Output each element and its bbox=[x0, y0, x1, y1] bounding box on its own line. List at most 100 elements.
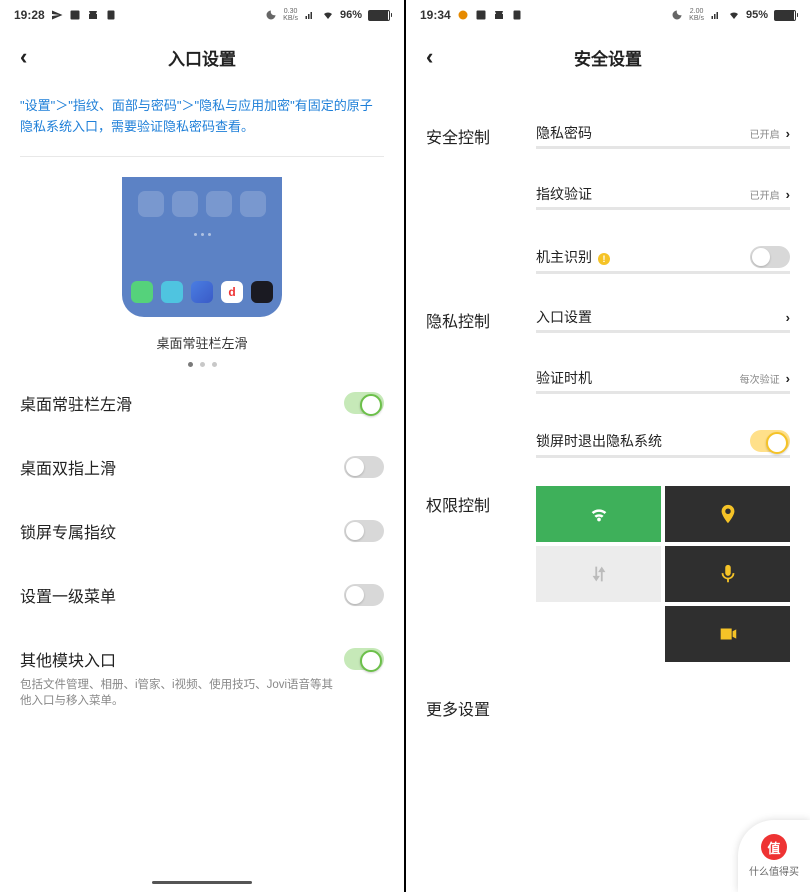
toggle[interactable] bbox=[344, 648, 384, 670]
page-title: 入口设置 bbox=[0, 45, 404, 70]
setting-label: 锁屏专属指纹 bbox=[20, 519, 344, 543]
permission-camera[interactable] bbox=[665, 606, 790, 662]
bars-icon bbox=[304, 9, 316, 21]
setting-item[interactable]: 指纹验证 已开启 › bbox=[536, 179, 790, 210]
app-icon: d bbox=[221, 281, 243, 303]
section-header: 隐私控制 bbox=[426, 302, 536, 458]
item-label: 隐私密码 bbox=[536, 125, 592, 141]
status-time: 19:28 bbox=[14, 8, 45, 22]
app-icon bbox=[191, 281, 213, 303]
setting-row[interactable]: 桌面双指上滑 bbox=[20, 435, 384, 499]
setting-row[interactable]: 其他模块入口包括文件管理、相册、i管家、i视频、使用技巧、Jovi语音等其他入口… bbox=[20, 627, 384, 730]
chevron-right-icon: › bbox=[786, 310, 790, 325]
watermark: 值 什么值得买 bbox=[738, 820, 810, 892]
setting-label: 其他模块入口 bbox=[20, 647, 344, 671]
phone-left-entrance-settings: 19:28 0.30 KB/s 96% ‹ 入口设置 "设置"＞"指纹、面部与密… bbox=[0, 0, 404, 892]
content-left: "设置"＞"指纹、面部与密码"＞"隐私与应用加密"有固定的原子隐私系统入口，需要… bbox=[0, 88, 404, 873]
item-label: 入口设置 bbox=[536, 309, 592, 325]
status-speed: 0.30 KB/s bbox=[283, 8, 298, 22]
back-button[interactable]: ‹ bbox=[422, 40, 437, 74]
phone-right-security-settings: 19:34 2.00 KB/s 95% ‹ 安全设置 安全控制隐私密码已开启›指… bbox=[406, 0, 810, 892]
section: 权限控制 bbox=[426, 472, 790, 676]
toggle[interactable] bbox=[344, 520, 384, 542]
content-right: 安全控制隐私密码已开启›指纹验证已开启›机主识别!隐私控制入口设置›验证时机每次… bbox=[406, 88, 810, 892]
battery-icon bbox=[774, 10, 796, 21]
chevron-right-icon: › bbox=[786, 371, 790, 386]
item-label: 验证时机 bbox=[536, 370, 592, 386]
app-icon bbox=[131, 281, 153, 303]
section-header: 权限控制 bbox=[426, 486, 536, 662]
page-title: 安全设置 bbox=[406, 45, 810, 70]
setting-label: 桌面常驻栏左滑 bbox=[20, 391, 344, 415]
sim-icon bbox=[511, 9, 523, 21]
chevron-right-icon: › bbox=[786, 126, 790, 141]
item-label: 机主识别 bbox=[536, 249, 592, 265]
shop-icon bbox=[87, 9, 99, 21]
setting-item[interactable]: 验证时机 每次验证 › bbox=[536, 363, 790, 394]
back-button[interactable]: ‹ bbox=[16, 40, 31, 74]
section: 隐私控制入口设置 › 验证时机 每次验证 › 锁屏时退出隐私系统 bbox=[426, 288, 790, 472]
toggle[interactable] bbox=[750, 246, 790, 268]
setting-label: 桌面双指上滑 bbox=[20, 455, 344, 479]
moon-icon bbox=[265, 9, 277, 21]
watermark-badge: 值 bbox=[761, 834, 787, 860]
permission-grid bbox=[536, 486, 790, 662]
warning-icon: ! bbox=[598, 253, 610, 265]
permission-mic[interactable] bbox=[665, 546, 790, 602]
wifi-icon bbox=[322, 9, 334, 21]
wifi-icon bbox=[728, 9, 740, 21]
send-icon bbox=[51, 9, 63, 21]
setting-row[interactable]: 设置一级菜单 bbox=[20, 563, 384, 627]
item-value: 已开启 bbox=[750, 126, 780, 141]
setting-item[interactable]: 隐私密码 已开启 › bbox=[536, 118, 790, 149]
moon-icon bbox=[671, 9, 683, 21]
setting-item[interactable]: 锁屏时退出隐私系统 bbox=[536, 424, 790, 458]
info-text: "设置"＞"指纹、面部与密码"＞"隐私与应用加密"有固定的原子隐私系统入口，需要… bbox=[20, 88, 384, 156]
status-bar: 19:34 2.00 KB/s 95% bbox=[406, 0, 810, 26]
setting-row[interactable]: 锁屏专属指纹 bbox=[20, 499, 384, 563]
illustration-carousel[interactable]: d 桌面常驻栏左滑 bbox=[20, 177, 384, 367]
setting-sublabel: 包括文件管理、相册、i管家、i视频、使用技巧、Jovi语音等其他入口与移入菜单。 bbox=[20, 677, 344, 710]
toggle[interactable] bbox=[750, 430, 790, 452]
chevron-right-icon: › bbox=[786, 187, 790, 202]
setting-row[interactable]: 桌面常驻栏左滑 bbox=[20, 371, 384, 435]
app-icon bbox=[161, 281, 183, 303]
sim-icon bbox=[105, 9, 117, 21]
section-header: 安全控制 bbox=[426, 118, 536, 274]
item-value: 已开启 bbox=[750, 187, 780, 202]
bars-icon bbox=[710, 9, 722, 21]
section-header: 更多设置 bbox=[426, 690, 536, 720]
header: ‹ 安全设置 bbox=[406, 26, 810, 88]
item-label: 指纹验证 bbox=[536, 186, 592, 202]
illustration: d bbox=[122, 177, 282, 317]
setting-item[interactable]: 入口设置 › bbox=[536, 302, 790, 333]
toggle[interactable] bbox=[344, 392, 384, 414]
header: ‹ 入口设置 bbox=[0, 26, 404, 88]
permission-wifi[interactable] bbox=[536, 486, 661, 542]
permission-data[interactable] bbox=[536, 546, 661, 602]
shop-icon bbox=[493, 9, 505, 21]
status-bar: 19:28 0.30 KB/s 96% bbox=[0, 0, 404, 26]
app-icon bbox=[251, 281, 273, 303]
nav-bar[interactable] bbox=[152, 881, 252, 884]
toggle[interactable] bbox=[344, 456, 384, 478]
weibo-icon bbox=[457, 9, 469, 21]
pager-dots bbox=[188, 362, 217, 367]
box-icon bbox=[69, 9, 81, 21]
item-value: 每次验证 bbox=[740, 371, 780, 386]
item-label: 锁屏时退出隐私系统 bbox=[536, 433, 662, 449]
battery-icon bbox=[368, 10, 390, 21]
illustration-caption: 桌面常驻栏左滑 bbox=[156, 333, 247, 352]
section: 安全控制隐私密码已开启›指纹验证已开启›机主识别! bbox=[426, 104, 790, 288]
battery-percent: 96% bbox=[340, 9, 362, 21]
watermark-text: 什么值得买 bbox=[749, 863, 799, 878]
status-time: 19:34 bbox=[420, 8, 451, 22]
box-icon bbox=[475, 9, 487, 21]
setting-label: 设置一级菜单 bbox=[20, 583, 344, 607]
toggle[interactable] bbox=[344, 584, 384, 606]
battery-percent: 95% bbox=[746, 9, 768, 21]
setting-item[interactable]: 机主识别! bbox=[536, 240, 790, 274]
status-speed: 2.00 KB/s bbox=[689, 8, 704, 22]
permission-location[interactable] bbox=[665, 486, 790, 542]
section: 更多设置 bbox=[426, 676, 790, 734]
